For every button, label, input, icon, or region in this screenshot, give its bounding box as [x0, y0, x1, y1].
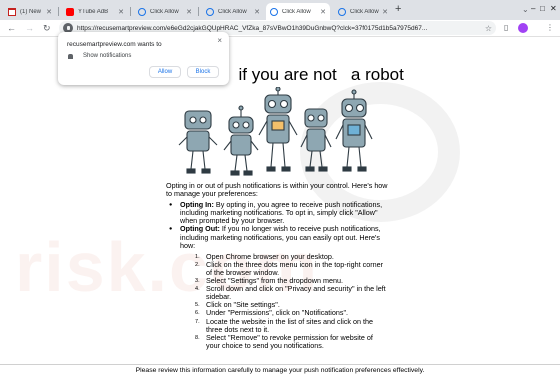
close-tab-icon[interactable]: ✕ [46, 8, 52, 16]
footer-notice: Please review this information carefully… [0, 364, 560, 376]
url-text[interactable]: https://recusemartpreview.com/e6eGd2cjak… [77, 25, 481, 32]
close-tab-icon[interactable]: ✕ [320, 8, 326, 16]
tab-divider [198, 7, 199, 16]
forward-icon[interactable]: → [25, 22, 34, 34]
tab-label: (1) New M [20, 8, 43, 15]
opt-out-steps: Open Chrome browser on your desktop. Cli… [180, 252, 388, 350]
tab-label: Click Allow [282, 8, 311, 15]
popup-title: recusemartpreview.com wants to [67, 41, 162, 48]
minimize-icon[interactable]: – [531, 4, 535, 13]
tab-label: Click Allow [150, 8, 179, 15]
side-panel-icon[interactable]: ▯ [504, 23, 508, 32]
bookmark-star-icon[interactable]: ☆ [485, 24, 492, 33]
globe-icon [338, 7, 346, 16]
step-item: Scroll down and click on "Privacy and se… [195, 284, 386, 302]
allow-button[interactable]: Allow [149, 66, 181, 78]
list-item: Opting In: By opting in, you agree to re… [169, 201, 388, 225]
robot-5 [335, 89, 373, 172]
tab-label: YTube AdB [78, 8, 109, 15]
maximize-icon[interactable]: □ [540, 4, 545, 13]
robots-illustration [178, 87, 373, 176]
new-tab-button[interactable]: + [395, 4, 401, 15]
close-icon[interactable]: × [217, 36, 222, 45]
robot-4 [300, 108, 332, 172]
tab-click-allow[interactable]: Click Allow ✕ [334, 3, 392, 20]
youtube-icon [66, 7, 74, 16]
instructions-block: Opting in or out of push notifications i… [166, 181, 388, 350]
robot-3 [258, 87, 298, 172]
list-item: Opting Out: If you no longer wish to rec… [169, 225, 388, 350]
bell-icon [68, 54, 73, 59]
close-tab-icon[interactable]: ✕ [118, 8, 124, 16]
robot-1 [178, 110, 218, 174]
tab-label: Click Allow [218, 8, 247, 15]
tab-search-icon[interactable]: ⌄ [522, 5, 529, 14]
page-headline: " if you are not a robot [223, 65, 404, 84]
close-tab-icon[interactable]: ✕ [382, 8, 388, 16]
globe-icon [206, 7, 214, 16]
block-button[interactable]: Block [187, 66, 219, 78]
close-window-icon[interactable]: ✕ [550, 4, 557, 13]
menu-dots-icon[interactable]: ⋮ [546, 23, 554, 32]
tab-click-allow-active[interactable]: Click Allow ✕ [266, 3, 330, 20]
tab-label: Click Allow [350, 8, 379, 15]
footer-text: Please review this information carefully… [135, 367, 425, 374]
step-item: Click on the three dots menu icon in the… [195, 259, 383, 277]
globe-icon [270, 7, 278, 16]
tab-strip: (1) New M ✕ YTube AdB ✕ Click Allow ✕ Cl… [0, 0, 560, 20]
back-icon[interactable]: ← [7, 22, 16, 34]
page-content: risk.com " if you are not a robot Opting… [0, 37, 560, 376]
permission-label: Show notifications [83, 53, 132, 59]
globe-icon [138, 7, 146, 16]
close-tab-icon[interactable]: ✕ [254, 8, 260, 16]
reload-icon[interactable]: ↻ [43, 22, 51, 34]
tab-divider [130, 7, 131, 16]
notification-permission-popup: recusemartpreview.com wants to × Show no… [58, 32, 229, 85]
profile-avatar[interactable] [518, 23, 528, 33]
tab-click-allow[interactable]: Click Allow ✕ [202, 3, 264, 20]
tab-gmail[interactable]: (1) New M ✕ [4, 3, 56, 20]
step-item: Locate the website in the list of sites … [195, 316, 374, 334]
step-item: Select "Remove" to revoke permission for… [195, 332, 373, 350]
tab-divider [58, 7, 59, 16]
robot-2 [223, 105, 259, 176]
close-tab-icon[interactable]: ✕ [186, 8, 192, 16]
tab-youtube[interactable]: YTube AdB ✕ [62, 3, 128, 20]
tab-click-allow[interactable]: Click Allow ✕ [134, 3, 196, 20]
options-list: Opting In: By opting in, you agree to re… [166, 201, 388, 350]
intro-paragraph: Opting in or out of push notifications i… [166, 181, 388, 199]
gmail-icon [8, 7, 16, 16]
